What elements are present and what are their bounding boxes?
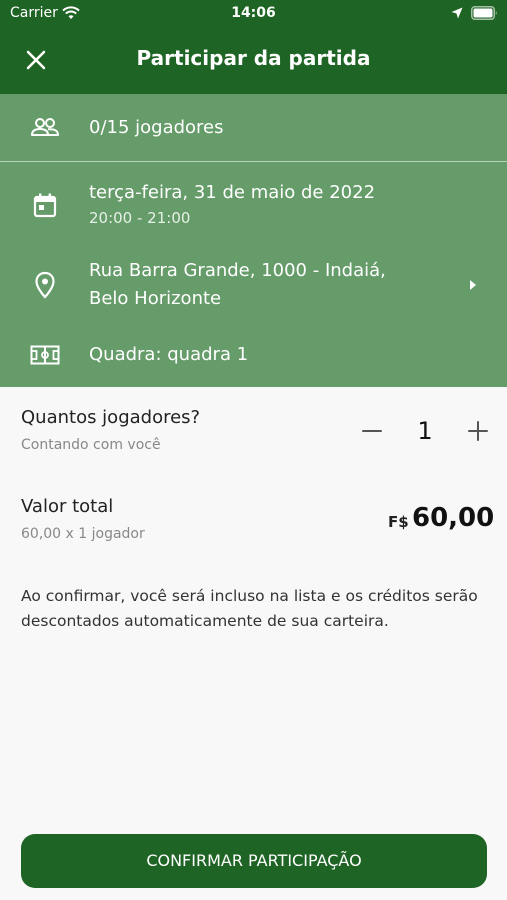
- match-date: terça-feira, 31 de maio de 2022: [89, 182, 376, 203]
- location-arrow-icon: [451, 7, 463, 19]
- address-line-2: Belo Horizonte: [89, 288, 222, 309]
- court-label: Quadra: quadra 1: [89, 344, 249, 365]
- status-time: 14:06: [231, 5, 276, 21]
- total-breakdown: 60,00 x 1 jogador: [21, 526, 145, 542]
- chevron-right-icon: [470, 280, 476, 290]
- increase-quantity-button[interactable]: [466, 419, 490, 443]
- location-pin-icon: [35, 271, 55, 299]
- confirmation-notice: Ao confirmar, você será incluso na lista…: [21, 587, 478, 630]
- players-row: 0/15 jogadores: [0, 94, 507, 161]
- currency-symbol: F$: [388, 513, 409, 531]
- match-time: 20:00 - 21:00: [89, 209, 191, 227]
- quantity-value: 1: [417, 417, 433, 445]
- total-value: 60,00: [412, 503, 495, 533]
- calendar-icon: [33, 193, 57, 218]
- date-row: terça-feira, 31 de maio de 2022 20:00 - …: [0, 162, 507, 238]
- page-title: Participar da partida: [136, 46, 371, 70]
- court-row: Quadra: quadra 1: [0, 330, 507, 387]
- decrease-quantity-button[interactable]: [360, 419, 384, 443]
- players-icon: [31, 118, 59, 136]
- players-count: 0/15 jogadores: [89, 117, 224, 138]
- court-icon: [30, 345, 60, 365]
- address-line-1: Rua Barra Grande, 1000 - Indaiá,: [89, 260, 386, 281]
- app-header: Carrier 14:06 Participar da partida: [0, 0, 507, 94]
- players-question: Quantos jogadores?: [21, 407, 201, 428]
- confirm-participation-button[interactable]: CONFIRMAR PARTICIPAÇÃO: [21, 834, 487, 888]
- address-row[interactable]: Rua Barra Grande, 1000 - Indaiá, Belo Ho…: [0, 238, 507, 330]
- battery-icon: [471, 6, 497, 20]
- match-info-panel: 0/15 jogadores terça-feira, 31 de maio d…: [0, 94, 507, 387]
- players-hint: Contando com você: [21, 437, 161, 453]
- total-label: Valor total: [21, 496, 114, 517]
- status-bar: Carrier 14:06: [0, 0, 507, 28]
- booking-content: Quantos jogadores? Contando com você 1 V…: [0, 387, 507, 900]
